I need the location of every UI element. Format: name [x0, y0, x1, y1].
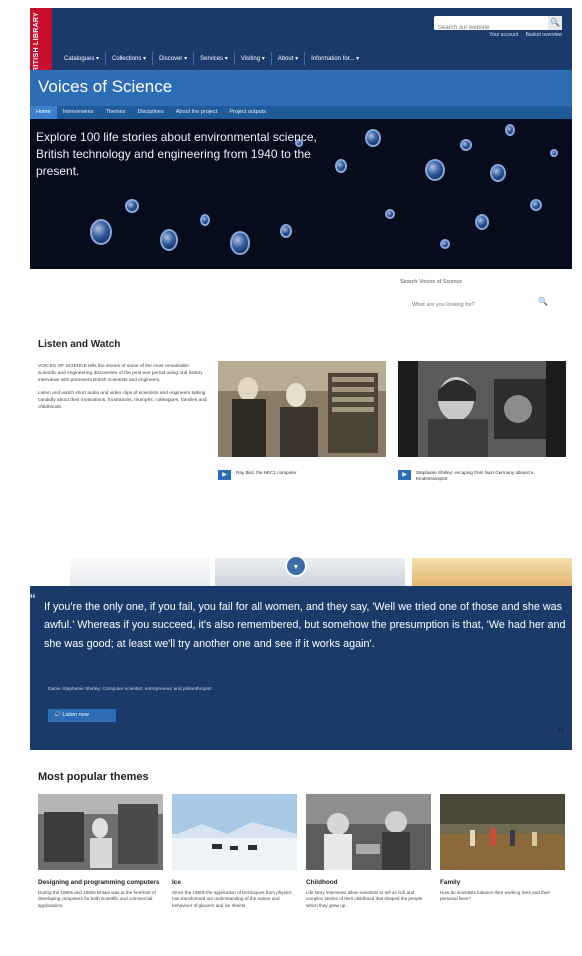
theme-description: Life story interviews allow scientists t…: [306, 890, 423, 908]
listen-watch-intro: VOICES OF SCIENCE tells the stories of s…: [38, 364, 208, 419]
stephanie-shirley-photo: [398, 361, 566, 457]
ice-theme-image: [172, 794, 297, 870]
search-vos: 🔍: [400, 293, 550, 315]
media-caption-text[interactable]: Ray Bird, the HEC1 computer: [236, 470, 297, 476]
bubble-image: [230, 231, 250, 255]
strip-image: [215, 558, 405, 588]
bubble-image: [425, 159, 445, 181]
theme-card-computers[interactable]: Designing and programming computers Duri…: [38, 794, 163, 909]
computers-theme-image: [38, 794, 163, 870]
nav-catalogues[interactable]: Catalogues ▾: [58, 52, 105, 65]
tab-themes[interactable]: Themes: [100, 106, 132, 119]
nav-information-for[interactable]: Information for... ▾: [304, 52, 365, 65]
media-card[interactable]: ▶ Stephanie Shirley: escaping from Nazi …: [398, 361, 566, 482]
theme-card-family[interactable]: Family How do scientists balance their w…: [440, 794, 565, 903]
theme-description: During the 1950s and 1960s Britain was a…: [38, 890, 156, 908]
page: BRITISH LIBRARY 🔍 Your account Basket ov…: [30, 8, 572, 956]
bubble-image: [530, 199, 542, 211]
basket-link[interactable]: Basket overview: [526, 32, 562, 38]
bubble-image: [490, 164, 506, 182]
strip-image: [412, 558, 572, 588]
bubble-image: [335, 159, 347, 173]
tab-disciplines[interactable]: Disciplines: [131, 106, 169, 119]
bubble-image: [475, 214, 489, 230]
account-links: Your account Basket overview: [483, 32, 562, 38]
quote-text: If you're the only one, if you fail, you…: [44, 601, 566, 650]
quote-attribution: Dame Stephanie Shirley: Computer scienti…: [48, 687, 212, 692]
theme-card-ice[interactable]: Ice Since the 1950s the application of t…: [172, 794, 297, 909]
featured-quote: “ If you're the only one, if you fail, y…: [30, 586, 572, 750]
tab-home[interactable]: Home: [30, 106, 57, 119]
hero-text: Explore 100 life stories about environme…: [36, 130, 317, 178]
british-library-logo[interactable]: BRITISH LIBRARY: [30, 8, 52, 77]
nav-visiting[interactable]: Visiting ▾: [233, 52, 271, 65]
intro-paragraph: VOICES OF SCIENCE tells the stories of s…: [38, 364, 203, 383]
bubble-image: [385, 209, 395, 219]
media-caption-text[interactable]: Stephanie Shirley: escaping from Nazi Ge…: [416, 470, 566, 482]
main-nav: Catalogues ▾ Collections ▾ Discover ▾ Se…: [58, 52, 365, 65]
account-link[interactable]: Your account: [489, 32, 518, 38]
theme-title[interactable]: Ice: [172, 879, 297, 887]
search-icon[interactable]: 🔍: [538, 297, 548, 306]
strip-image: [70, 558, 210, 588]
media-caption: ▶ Stephanie Shirley: escaping from Nazi …: [398, 470, 566, 482]
listen-now-button[interactable]: 🔊 Listen now: [48, 709, 116, 722]
close-quote-icon: ”: [557, 724, 564, 740]
site-search: 🔍: [434, 16, 562, 35]
bubble-image: [200, 214, 210, 226]
theme-description: Since the 1950s the application of techn…: [172, 890, 292, 908]
tab-about-project[interactable]: About the project: [170, 106, 224, 119]
theme-card-childhood[interactable]: Childhood Life story interviews allow sc…: [306, 794, 431, 909]
search-vos-input[interactable]: [400, 295, 530, 315]
themes-heading: Most popular themes: [38, 771, 149, 783]
childhood-theme-image: [306, 794, 431, 870]
ray-bird-photo: [218, 361, 386, 457]
listen-now-label: Listen now: [62, 712, 89, 718]
theme-title[interactable]: Family: [440, 879, 565, 887]
nav-collections[interactable]: Collections ▾: [105, 52, 152, 65]
bubble-image: [505, 124, 515, 136]
chevron-down-icon[interactable]: ▼: [285, 555, 307, 577]
site-nav: Home Interviewees Themes Disciplines Abo…: [30, 106, 572, 119]
listen-watch-heading: Listen and Watch: [38, 339, 121, 350]
logo-text: BRITISH LIBRARY: [33, 12, 40, 78]
bubble-image: [365, 129, 381, 147]
tab-project-outputs[interactable]: Project outputs: [223, 106, 272, 119]
theme-description: How do scientists balance their working …: [440, 890, 551, 902]
bubble-image: [460, 139, 472, 151]
bubble-image: [90, 219, 112, 245]
audio-play-icon[interactable]: ▶: [398, 470, 411, 480]
audio-play-icon[interactable]: ▶: [218, 470, 231, 480]
bubble-image: [550, 149, 558, 157]
family-theme-image: [440, 794, 565, 870]
media-caption: ▶ Ray Bird, the HEC1 computer: [218, 470, 386, 480]
nav-about[interactable]: About ▾: [270, 52, 304, 65]
bl-header: BRITISH LIBRARY 🔍 Your account Basket ov…: [30, 8, 572, 77]
nav-services[interactable]: Services ▾: [193, 52, 234, 65]
media-card[interactable]: ▶ Ray Bird, the HEC1 computer: [218, 361, 386, 480]
search-icon[interactable]: 🔍: [548, 16, 562, 30]
bubble-image: [125, 199, 139, 213]
theme-title[interactable]: Designing and programming computers: [38, 879, 163, 887]
site-title-bar: Voices of Science: [30, 70, 572, 106]
search-vos-label: Search Voices of Science: [400, 279, 463, 285]
hero-banner: Explore 100 life stories about environme…: [30, 119, 572, 269]
bubble-image: [160, 229, 178, 251]
nav-discover[interactable]: Discover ▾: [152, 52, 193, 65]
site-title[interactable]: Voices of Science: [38, 77, 172, 97]
theme-title[interactable]: Childhood: [306, 879, 431, 887]
tab-interviewees[interactable]: Interviewees: [57, 106, 100, 119]
bubble-image: [280, 224, 292, 238]
open-quote-icon: “: [30, 592, 36, 609]
intro-paragraph: Listen and watch short audio and video c…: [38, 391, 207, 410]
bubble-image: [440, 239, 450, 249]
